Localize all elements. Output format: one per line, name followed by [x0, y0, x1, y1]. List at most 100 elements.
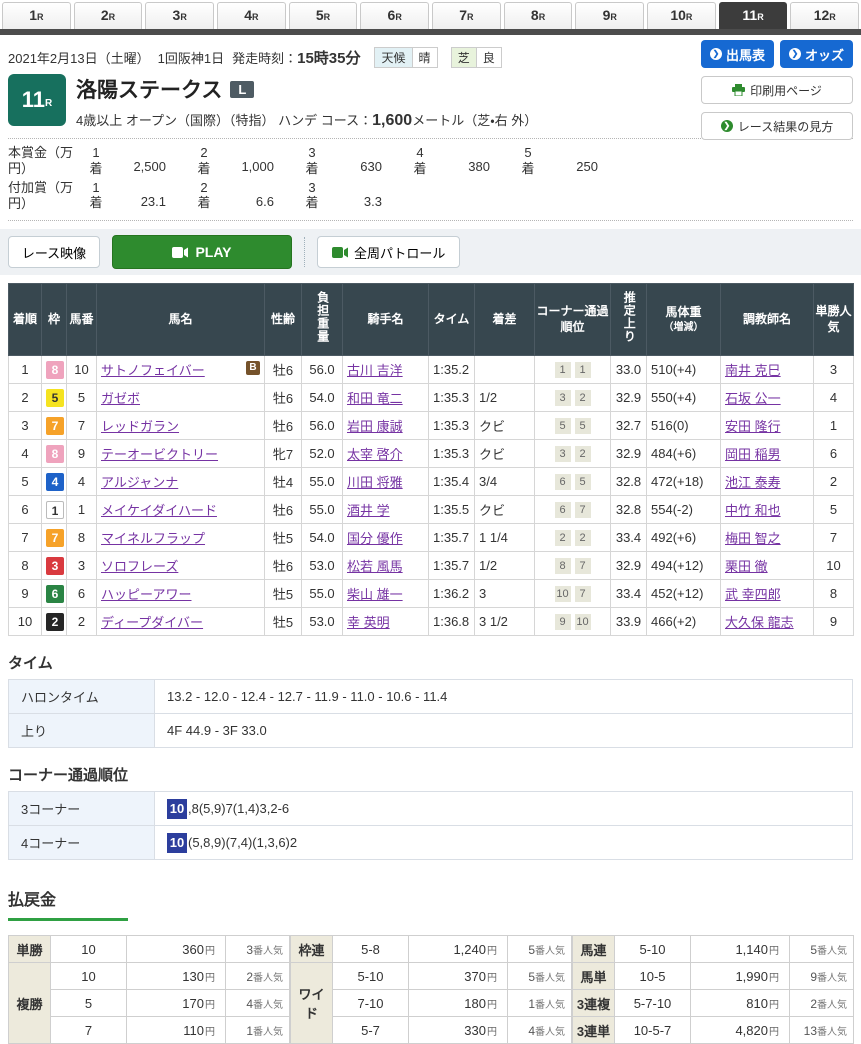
horse-name-link[interactable]: ソロフレーズ: [101, 559, 178, 574]
tab-10r[interactable]: 10R: [647, 2, 716, 29]
horse-name-link[interactable]: ディープダイバー: [101, 615, 203, 630]
tab-11r[interactable]: 11R: [719, 2, 788, 29]
trainer-link[interactable]: 大久保 龍志: [725, 615, 794, 630]
trainer-link[interactable]: 岡田 稲男: [725, 447, 781, 462]
payout-popularity: 4番人気: [508, 1017, 572, 1044]
race-video-button[interactable]: レース映像: [8, 236, 100, 268]
tab-number: 4: [244, 7, 252, 23]
prize-rank-number: 2: [196, 145, 212, 161]
trainer-link[interactable]: 梅田 智之: [725, 531, 781, 546]
trainer-link[interactable]: 南井 克巳: [725, 363, 781, 378]
payout-row: 7110円1番人気: [9, 1017, 290, 1044]
tab-12r[interactable]: 12R: [790, 2, 859, 29]
race-number-badge: 11R: [8, 74, 66, 126]
yen-suffix: 円: [769, 1027, 779, 1038]
tab-6r[interactable]: 6R: [360, 2, 429, 29]
trainer-link[interactable]: 栗田 徹: [725, 559, 768, 574]
sex-age: 牝7: [265, 440, 302, 468]
prize-rank: 3着: [304, 180, 320, 211]
jockey-link[interactable]: 岩田 康誠: [347, 419, 403, 434]
patrol-video-button[interactable]: 全周パトロール: [317, 236, 460, 268]
side-buttons: ❯出馬表 ❯オッズ 印刷用ページ ❯ レース結果の見方: [701, 40, 853, 140]
horse-weight: 554(-2): [647, 496, 721, 524]
waku-badge: 6: [46, 585, 64, 603]
corner-pass-number: 1: [575, 362, 591, 378]
tab-9r[interactable]: 9R: [575, 2, 644, 29]
prize-item: 5着250: [520, 145, 628, 176]
jockey-link[interactable]: 酒井 学: [347, 503, 390, 518]
tab-7r[interactable]: 7R: [432, 2, 501, 29]
horse-name-link[interactable]: テーオービクトリー: [101, 447, 218, 462]
sex-age: 牡5: [265, 580, 302, 608]
table-row: 377レッドガラン牡656.0岩田 康誠1:35.3クビ5532.7516(0)…: [9, 412, 854, 440]
horse-name-cell: アルジャンナ: [97, 468, 265, 496]
finish-position: 3: [9, 412, 42, 440]
trainer-link[interactable]: 池江 泰寿: [725, 475, 781, 490]
tab-2r[interactable]: 2R: [74, 2, 143, 29]
tab-8r[interactable]: 8R: [504, 2, 573, 29]
trainer-link[interactable]: 武 幸四郎: [725, 587, 781, 602]
horse-weight: 484(+6): [647, 440, 721, 468]
prize-value: 6.6: [212, 194, 274, 210]
horse-name-link[interactable]: レッドガラン: [101, 419, 179, 434]
tab-1r[interactable]: 1R: [2, 2, 71, 29]
tab-3r[interactable]: 3R: [145, 2, 214, 29]
payout-amount: 1,240円: [409, 936, 508, 963]
horse-name-link[interactable]: ハッピーアワー: [101, 587, 191, 602]
payout-group-table: 馬連5-101,140円5番人気馬単10-51,990円9番人気3連複5-7-1…: [572, 935, 854, 1044]
trainer-link[interactable]: 中竹 和也: [725, 503, 781, 518]
horse-name-link[interactable]: ガゼボ: [101, 391, 140, 406]
trainer-cell: 栗田 徹: [721, 552, 814, 580]
trainer-link[interactable]: 安田 隆行: [725, 419, 781, 434]
turf-label: 芝: [451, 47, 476, 68]
waku-cell: 4: [42, 468, 67, 496]
payout-row: 5-7330円4番人気: [291, 1017, 572, 1044]
horse-name-link[interactable]: アルジャンナ: [101, 475, 178, 490]
blinker-badge: B: [246, 361, 260, 375]
payout-amount: 130円: [127, 963, 226, 990]
waku-badge: 8: [46, 445, 64, 463]
shutsuba-button[interactable]: ❯出馬表: [701, 40, 774, 68]
prize-rank-number: 3: [304, 180, 320, 196]
result-guide-button[interactable]: ❯ レース結果の見方: [701, 112, 853, 140]
payout-amount: 170円: [127, 990, 226, 1017]
last-3f: 33.4: [611, 524, 647, 552]
jockey-link[interactable]: 松若 風馬: [347, 559, 403, 574]
prize-rank-number: 3: [304, 145, 320, 161]
prize-value: 380: [428, 159, 490, 175]
jockey-cell: 松若 風馬: [343, 552, 429, 580]
print-page-button[interactable]: 印刷用ページ: [701, 76, 853, 104]
yen-suffix: 円: [769, 1000, 779, 1011]
race-distance: 1,600: [372, 112, 412, 129]
halon-times: 13.2 - 12.0 - 12.4 - 12.7 - 11.9 - 11.0 …: [155, 680, 853, 714]
jockey-link[interactable]: 柴山 雄一: [347, 587, 403, 602]
trainer-link[interactable]: 石坂 公一: [725, 391, 781, 406]
jockey-link[interactable]: 川田 将雅: [347, 475, 403, 490]
jockey-link[interactable]: 古川 吉洋: [347, 363, 403, 378]
horse-name-link[interactable]: メイケイダイハード: [101, 503, 217, 518]
horse-name-link[interactable]: マイネルフラップ: [101, 531, 205, 546]
prize-rank-number: 1: [88, 180, 104, 196]
jockey-link[interactable]: 和田 竜二: [347, 391, 403, 406]
play-button[interactable]: PLAY: [112, 235, 292, 269]
tab-5r[interactable]: 5R: [289, 2, 358, 29]
corner-table: 3コーナー 10,8(5,9)7(1,4)3,2-6 4コーナー 10(5,8,…: [8, 791, 853, 860]
odds-button[interactable]: ❯オッズ: [780, 40, 853, 68]
col-num: 馬番: [67, 284, 97, 356]
jockey-link[interactable]: 幸 英明: [347, 615, 390, 630]
tab-4r[interactable]: 4R: [217, 2, 286, 29]
table-row: 489テーオービクトリー牝752.0太宰 啓介1:35.3クビ3232.9484…: [9, 440, 854, 468]
prize-rank-number: 5: [520, 145, 536, 161]
jockey-link[interactable]: 国分 優作: [347, 531, 403, 546]
prize-rank-suffix: 着: [88, 195, 104, 211]
col-waku: 枠: [42, 284, 67, 356]
race-date: 2021年2月13日（土曜）: [8, 48, 150, 67]
yen-suffix: 円: [487, 1027, 497, 1038]
horse-number: 6: [67, 580, 97, 608]
corner-pass-number: 2: [555, 530, 571, 546]
corner-pass-number: 6: [555, 474, 571, 490]
payout-row: 複勝10130円2番人気: [9, 963, 290, 990]
corner-pass-number: 9: [555, 614, 571, 630]
jockey-link[interactable]: 太宰 啓介: [347, 447, 403, 462]
horse-name-link[interactable]: サトノフェイバー: [101, 363, 205, 378]
